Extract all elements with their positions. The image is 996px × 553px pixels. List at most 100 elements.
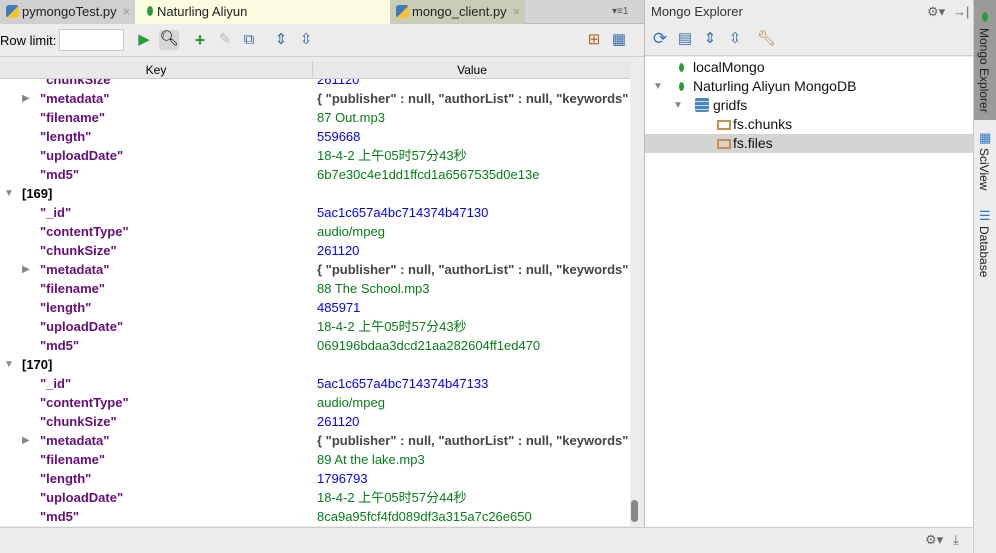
expand-triangle-icon[interactable]: ▼ (653, 77, 663, 96)
column-key-header[interactable]: Key (0, 61, 313, 79)
field-value[interactable]: 261120 (317, 79, 630, 89)
field-row[interactable]: "_id" 5ac1c657a4bc714374b47133 (0, 374, 630, 393)
field-row[interactable]: "chunkSize" 261120 (0, 79, 630, 89)
explorer-tree: localMongo ▼ Naturling Aliyun MongoDB ▼ grid… (645, 57, 974, 527)
field-value[interactable]: 89 At the lake.mp3 (317, 450, 630, 469)
document-row[interactable]: ▼ [169] (0, 184, 630, 203)
field-row[interactable]: "contentType" audio/mpeg (0, 393, 630, 412)
expand-triangle-icon[interactable]: ▼ (4, 184, 14, 203)
field-row[interactable]: "md5" 069196bdaa3dcd21aa282604ff1ed470 (0, 336, 630, 355)
field-value[interactable]: 5ac1c657a4bc714374b47130 (317, 203, 630, 222)
row-limit-label: Row limit: (0, 33, 57, 48)
column-value-header[interactable]: Value (314, 61, 630, 79)
field-row[interactable]: "length" 485971 (0, 298, 630, 317)
expand-all-icon[interactable]: ⇕ (272, 31, 290, 49)
field-value[interactable]: 485971 (317, 298, 630, 317)
field-row[interactable]: "uploadDate" 18-4-2 上午05时57分43秒 (0, 146, 630, 165)
tree-view-icon[interactable]: ⊞ (585, 31, 603, 49)
download-icon[interactable]: ⤓ (953, 532, 959, 548)
tree-node-label: Naturling Aliyun MongoDB (693, 78, 857, 94)
collapse-all-icon[interactable]: ⇳ (726, 30, 744, 48)
field-value[interactable]: 261120 (317, 241, 630, 260)
field-row[interactable]: "contentType" audio/mpeg (0, 222, 630, 241)
tree-node[interactable]: fs.chunks (645, 115, 974, 134)
table-view-icon[interactable]: ▦ (610, 31, 628, 49)
tree-node[interactable]: ▼ gridfs (645, 96, 974, 115)
field-key: "contentType" (40, 395, 129, 410)
tree-node-label: fs.files (733, 135, 773, 151)
field-value[interactable]: 261120 (317, 412, 630, 431)
field-row[interactable]: "_id" 5ac1c657a4bc714374b47130 (0, 203, 630, 222)
tree-node[interactable]: fs.files (645, 134, 974, 153)
field-row[interactable]: "filename" 89 At the lake.mp3 (0, 450, 630, 469)
field-row[interactable]: "length" 559668 (0, 127, 630, 146)
copy-icon[interactable]: ⧉ (240, 31, 258, 49)
view-collection-icon[interactable]: ▤ (676, 30, 694, 48)
field-row[interactable]: "md5" 6b7e30c4e1dd1ffcd1a6567535d0e13e (0, 165, 630, 184)
field-value[interactable]: 1796793 (317, 469, 630, 488)
field-value[interactable]: audio/mpeg (317, 393, 630, 412)
hide-panel-icon[interactable]: →| (953, 0, 969, 24)
row-limit-input[interactable] (59, 29, 124, 51)
expand-triangle-icon[interactable]: ▶ (22, 260, 30, 279)
sidebar-tab-label: Mongo Explorer (977, 28, 991, 113)
add-icon[interactable]: + (191, 31, 209, 49)
close-icon[interactable]: × (123, 4, 131, 19)
sidebar-tab-mongo-explorer[interactable]: Mongo Explorer (974, 0, 996, 120)
field-row[interactable]: "chunkSize" 261120 (0, 241, 630, 260)
field-value[interactable]: 6b7e30c4e1dd1ffcd1a6567535d0e13e (317, 165, 630, 184)
field-row[interactable]: "filename" 88 The School.mp3 (0, 279, 630, 298)
tab-mongo-client[interactable]: mongo_client.py × (390, 0, 525, 24)
settings-wrench-icon[interactable]: 🔧︎ (757, 30, 776, 48)
field-key: "metadata" (40, 91, 110, 106)
field-row[interactable]: ▶ "metadata" { "publisher" : null, "author… (0, 431, 630, 450)
field-row[interactable]: "length" 1796793 (0, 469, 630, 488)
mongo-leaf-icon (679, 82, 684, 91)
expand-triangle-icon[interactable]: ▶ (22, 431, 30, 450)
field-key: "uploadDate" (40, 319, 124, 334)
field-value[interactable]: { "publisher" : null, "authorList" : nul… (317, 260, 630, 279)
tab-overflow-button[interactable]: ▾≡1 (612, 0, 628, 24)
find-icon[interactable]: 🔍︎ (159, 30, 179, 50)
field-row[interactable]: "uploadDate" 18-4-2 上午05时57分44秒 (0, 488, 630, 507)
edit-icon[interactable]: ✎ (216, 31, 234, 49)
expand-all-icon[interactable]: ⇕ (701, 30, 719, 48)
field-value[interactable]: 069196bdaa3dcd21aa282604ff1ed470 (317, 336, 630, 355)
close-icon[interactable]: × (513, 4, 521, 19)
tab-label: pymongoTest.py (22, 4, 117, 19)
field-key: "uploadDate" (40, 490, 124, 505)
field-row[interactable]: "chunkSize" 261120 (0, 412, 630, 431)
field-row[interactable]: "filename" 87 Out.mp3 (0, 108, 630, 127)
gear-icon[interactable]: ⚙▾ (925, 532, 943, 548)
field-value[interactable]: 87 Out.mp3 (317, 108, 630, 127)
field-value[interactable]: audio/mpeg (317, 222, 630, 241)
field-value[interactable]: 559668 (317, 127, 630, 146)
tree-node[interactable]: ▼ Naturling Aliyun MongoDB (645, 77, 974, 96)
document-row[interactable]: ▼ [170] (0, 355, 630, 374)
vertical-scrollbar[interactable] (631, 500, 638, 522)
gear-icon[interactable]: ⚙▾ (927, 0, 945, 24)
sidebar-tab-sciview[interactable]: ▦ SciView (974, 128, 996, 198)
run-icon[interactable]: ▶ (135, 31, 153, 49)
field-value[interactable]: 18-4-2 上午05时57分43秒 (317, 146, 630, 165)
expand-triangle-icon[interactable]: ▼ (4, 355, 14, 374)
tab-pymongotest[interactable]: pymongoTest.py × (0, 0, 135, 24)
field-value[interactable]: 88 The School.mp3 (317, 279, 630, 298)
refresh-icon[interactable]: ⟳ (651, 30, 669, 48)
field-row[interactable]: "uploadDate" 18-4-2 上午05时57分43秒 (0, 317, 630, 336)
field-value[interactable]: { "publisher" : null, "authorList" : nul… (317, 431, 630, 450)
field-value[interactable]: 8ca9a95fcf4fd089df3a315a7c26e650 (317, 507, 630, 526)
expand-triangle-icon[interactable]: ▼ (673, 96, 683, 115)
field-row[interactable]: "md5" 8ca9a95fcf4fd089df3a315a7c26e650 (0, 507, 630, 526)
field-value[interactable]: 5ac1c657a4bc714374b47133 (317, 374, 630, 393)
sidebar-tab-database[interactable]: ☰ Database (974, 208, 996, 288)
tab-fs-files[interactable]: Naturling Aliyun MongoDB/gridfs/fs.files… (135, 0, 390, 43)
field-row[interactable]: ▶ "metadata" { "publisher" : null, "author… (0, 260, 630, 279)
field-value[interactable]: 18-4-2 上午05时57分44秒 (317, 488, 630, 507)
tree-node[interactable]: localMongo (645, 58, 974, 77)
collapse-all-icon[interactable]: ⇳ (297, 31, 315, 49)
field-value[interactable]: 18-4-2 上午05时57分43秒 (317, 317, 630, 336)
expand-triangle-icon[interactable]: ▶ (22, 89, 30, 108)
field-value[interactable]: { "publisher" : null, "authorList" : nul… (317, 89, 630, 108)
field-row[interactable]: ▶ "metadata" { "publisher" : null, "author… (0, 89, 630, 108)
